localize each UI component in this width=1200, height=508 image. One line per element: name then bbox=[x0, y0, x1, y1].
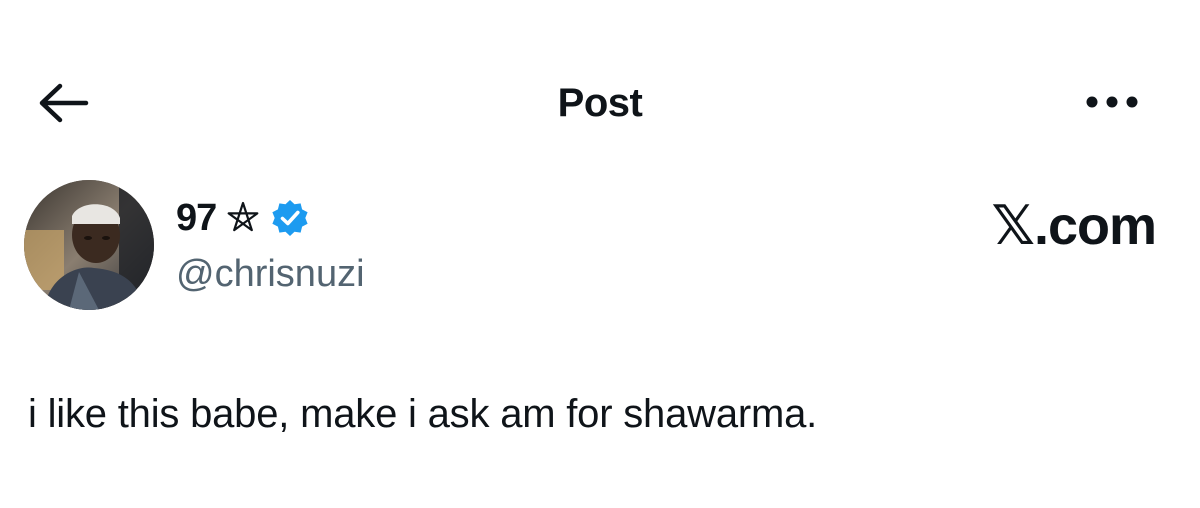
post-text: i like this babe, make i ask am for shaw… bbox=[28, 392, 818, 436]
more-options-button[interactable] bbox=[1080, 84, 1144, 120]
author-handle[interactable]: @chrisnuzi bbox=[176, 250, 365, 298]
brand-watermark: 𝕏.com bbox=[991, 196, 1157, 256]
more-horizontal-icon bbox=[1086, 96, 1138, 108]
verified-badge-icon[interactable] bbox=[270, 198, 310, 238]
author-name[interactable]: 97 bbox=[176, 194, 217, 242]
avatar-photo bbox=[24, 180, 154, 310]
pentagram-icon bbox=[224, 199, 262, 237]
page-title: Post bbox=[557, 81, 643, 125]
post-header: Post bbox=[0, 0, 1200, 200]
avatar[interactable] bbox=[24, 180, 154, 310]
author-name-row[interactable]: 97 bbox=[176, 194, 310, 242]
